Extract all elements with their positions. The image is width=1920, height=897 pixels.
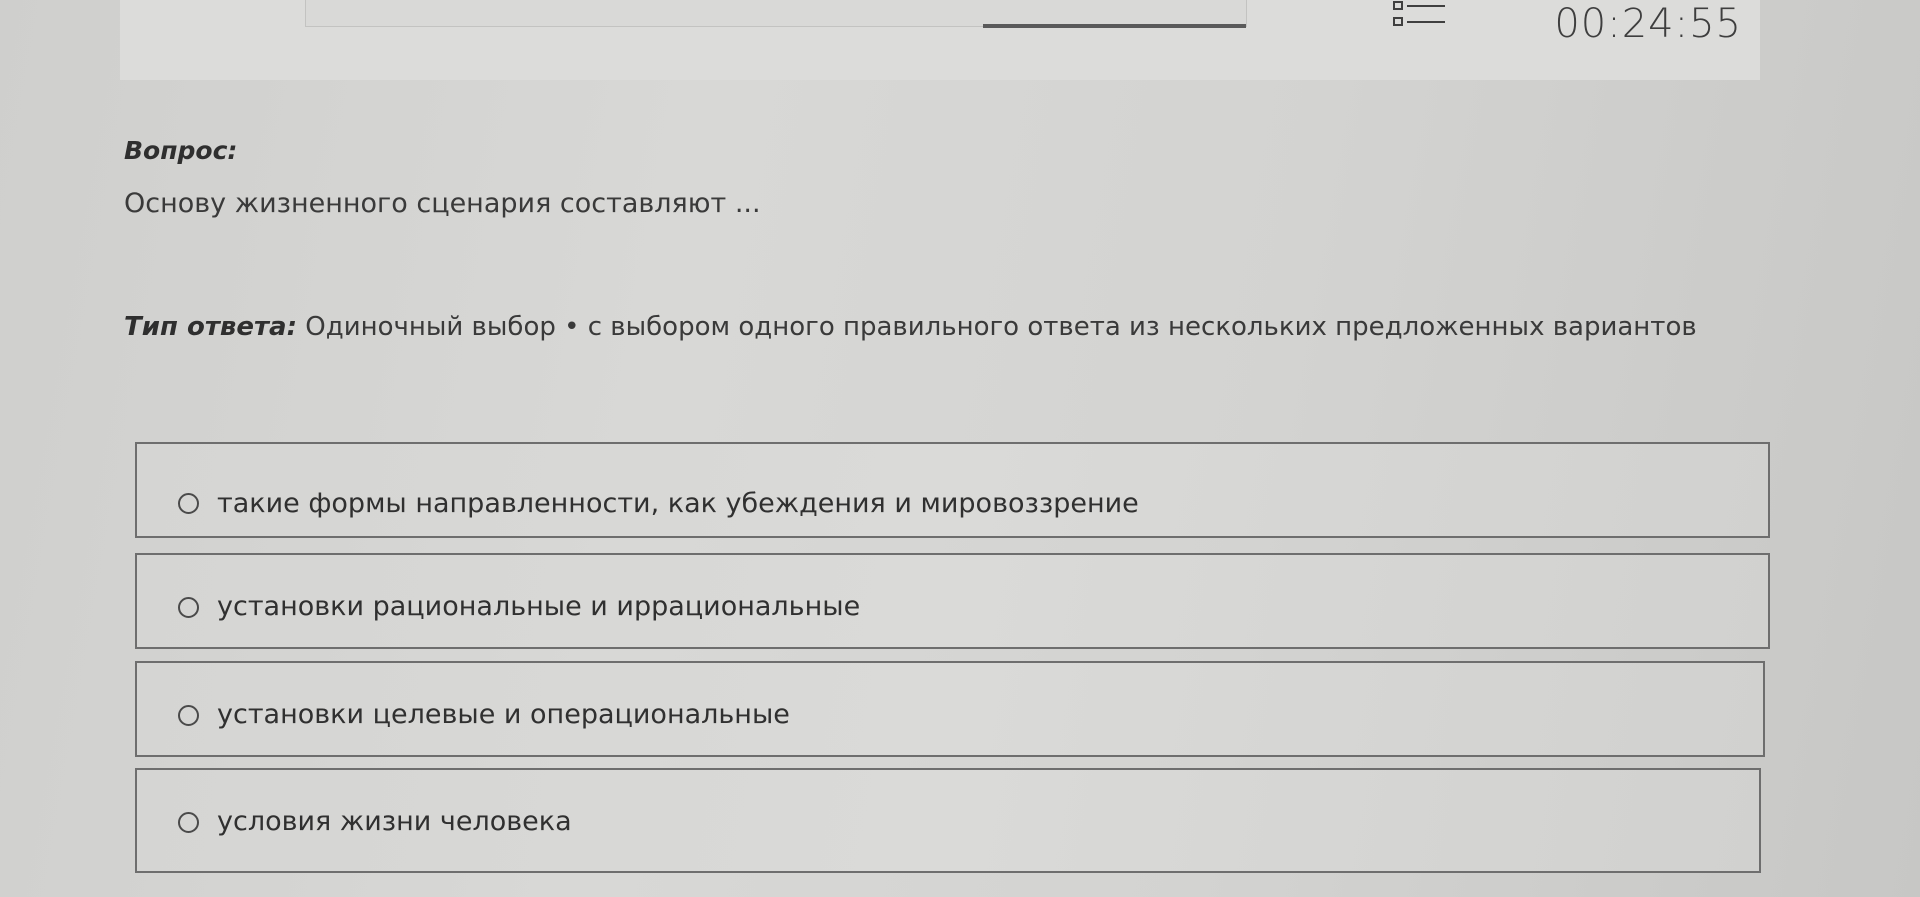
question-label: Вопрос:: [124, 136, 238, 165]
option-3[interactable]: установки целевые и операциональные: [135, 661, 1765, 757]
progress-fill: [982, 24, 1246, 28]
top-bar: 00:24:55: [120, 0, 1760, 80]
option-label-1: такие формы направленности, как убеждени…: [217, 488, 1139, 519]
question-list-icon[interactable]: [1393, 0, 1447, 30]
answer-type-value: Одиночный выбор • с выбором одного прави…: [297, 312, 1697, 342]
timer: 00:24:55: [1554, 1, 1742, 47]
radio-button-4[interactable]: [178, 812, 199, 833]
radio-button-3[interactable]: [178, 705, 199, 726]
option-label-3: установки целевые и операциональные: [217, 699, 790, 730]
option-4[interactable]: условия жизни человека: [135, 768, 1761, 873]
option-label-2: установки рациональные и иррациональные: [217, 591, 861, 622]
option-label-4: условия жизни человека: [217, 806, 572, 837]
option-2[interactable]: установки рациональные и иррациональные: [135, 553, 1770, 649]
answer-type: Тип ответа: Одиночный выбор • с выбором …: [124, 312, 1697, 342]
option-1[interactable]: такие формы направленности, как убеждени…: [135, 442, 1770, 538]
progress-bar: [305, 0, 1247, 28]
answer-type-label: Тип ответа:: [124, 312, 297, 342]
question-text: Основу жизненного сценария составляют ..…: [124, 188, 761, 219]
radio-button-2[interactable]: [178, 597, 199, 618]
radio-button-1[interactable]: [178, 493, 199, 514]
